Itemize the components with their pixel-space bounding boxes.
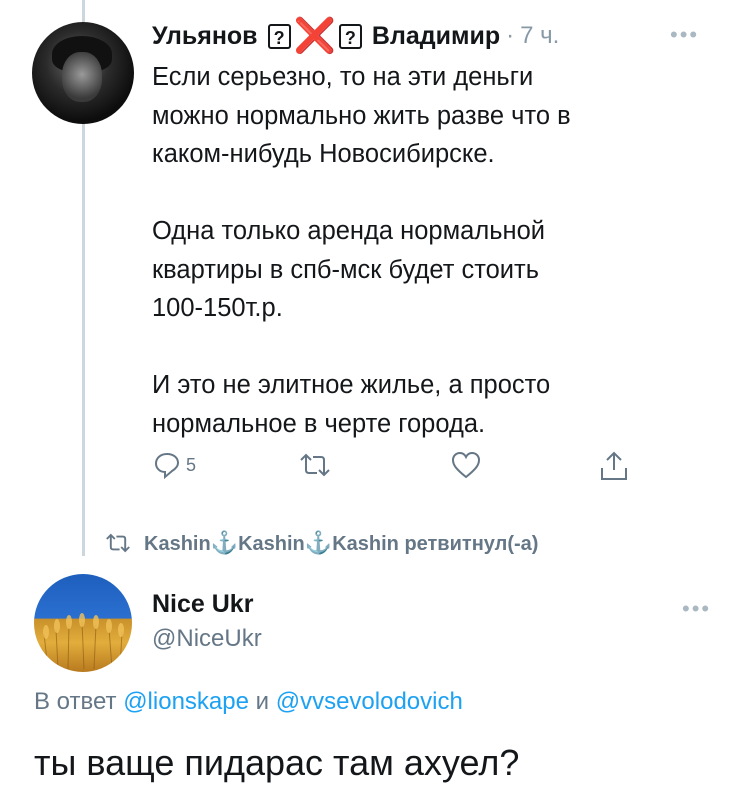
retweet-icon xyxy=(106,533,130,553)
share-icon xyxy=(601,451,627,480)
more-options-icon[interactable]: ••• xyxy=(670,22,699,48)
timestamp[interactable]: 7 ч. xyxy=(520,22,559,50)
mention-link[interactable]: @lionskape xyxy=(123,688,249,715)
reply-prefix: В ответ xyxy=(34,688,117,715)
display-name[interactable]: Nice Ukr xyxy=(152,590,262,619)
tweet-line: можно нормально жить разве что в xyxy=(152,101,571,130)
tweet-header: Ульянов ? ❌ ? Владимир · 7 ч. xyxy=(152,16,559,56)
reply-button[interactable]: 5 xyxy=(152,450,196,480)
reply-count: 5 xyxy=(186,454,197,475)
unknown-glyph-icon: ? xyxy=(338,23,362,49)
tweet-body: ты ваще пидарас там ахуел? xyxy=(34,742,520,783)
tweet-line: 100-150т.р. xyxy=(152,294,283,322)
retweeter-name-part: Kashin xyxy=(332,533,399,555)
avatar-face xyxy=(62,52,102,102)
tweet-line: Одна только аренда нормальной xyxy=(152,217,545,245)
tweet-line: И это не элитное жилье, а просто xyxy=(152,371,551,399)
tweet-header: Nice Ukr @NiceUkr xyxy=(152,590,262,653)
retweet-button[interactable] xyxy=(298,450,332,480)
retweeter-name-part: Kashin xyxy=(144,533,211,555)
wheat-field-image xyxy=(43,613,124,670)
reply-conjunction: и xyxy=(255,688,270,715)
tweet-line: каком-нибудь Новосибирске. xyxy=(152,140,495,168)
heart-icon xyxy=(451,451,481,479)
anchor-icon: ⚓ xyxy=(304,530,333,555)
user-handle[interactable]: @NiceUkr xyxy=(152,625,262,653)
avatar[interactable] xyxy=(34,574,132,672)
display-name-part2[interactable]: Владимир xyxy=(372,22,500,51)
retweet-attribution[interactable]: Kashin⚓Kashin⚓Kashin ретвитнул(-а) xyxy=(104,530,538,556)
display-name-part1[interactable]: Ульянов xyxy=(152,22,258,51)
retweeter-name-part: Kashin xyxy=(238,533,305,555)
mention-link[interactable]: @vvsevolodovich xyxy=(276,688,463,715)
separator-dot: · xyxy=(506,22,515,49)
more-options-icon[interactable]: ••• xyxy=(682,596,711,622)
reply-icon xyxy=(154,452,180,480)
retweet-suffix: ретвитнул(-а) xyxy=(404,533,539,555)
tweet-body: Если серьезно, то на эти деньги можно но… xyxy=(152,58,712,443)
retweeter-name: Kashin⚓Kashin⚓Kashin ретвитнул(-а) xyxy=(144,530,538,556)
like-button[interactable] xyxy=(450,450,482,480)
share-button[interactable] xyxy=(599,450,629,482)
cross-mark-icon: ❌ xyxy=(293,17,336,55)
anchor-icon: ⚓ xyxy=(210,530,239,555)
reply-context: В ответ @lionskape и @vvsevolodovich xyxy=(34,688,463,716)
tweet-actions: 5 xyxy=(152,450,632,490)
avatar[interactable] xyxy=(32,22,134,124)
tweet-line: квартиры в спб-мск будет стоить xyxy=(152,255,540,284)
tweet-line: нормальное в черте города. xyxy=(152,409,486,438)
tweet-line: Если серьезно, то на эти деньги xyxy=(152,63,534,91)
retweet-icon xyxy=(300,453,330,477)
unknown-glyph-icon: ? xyxy=(267,23,291,49)
